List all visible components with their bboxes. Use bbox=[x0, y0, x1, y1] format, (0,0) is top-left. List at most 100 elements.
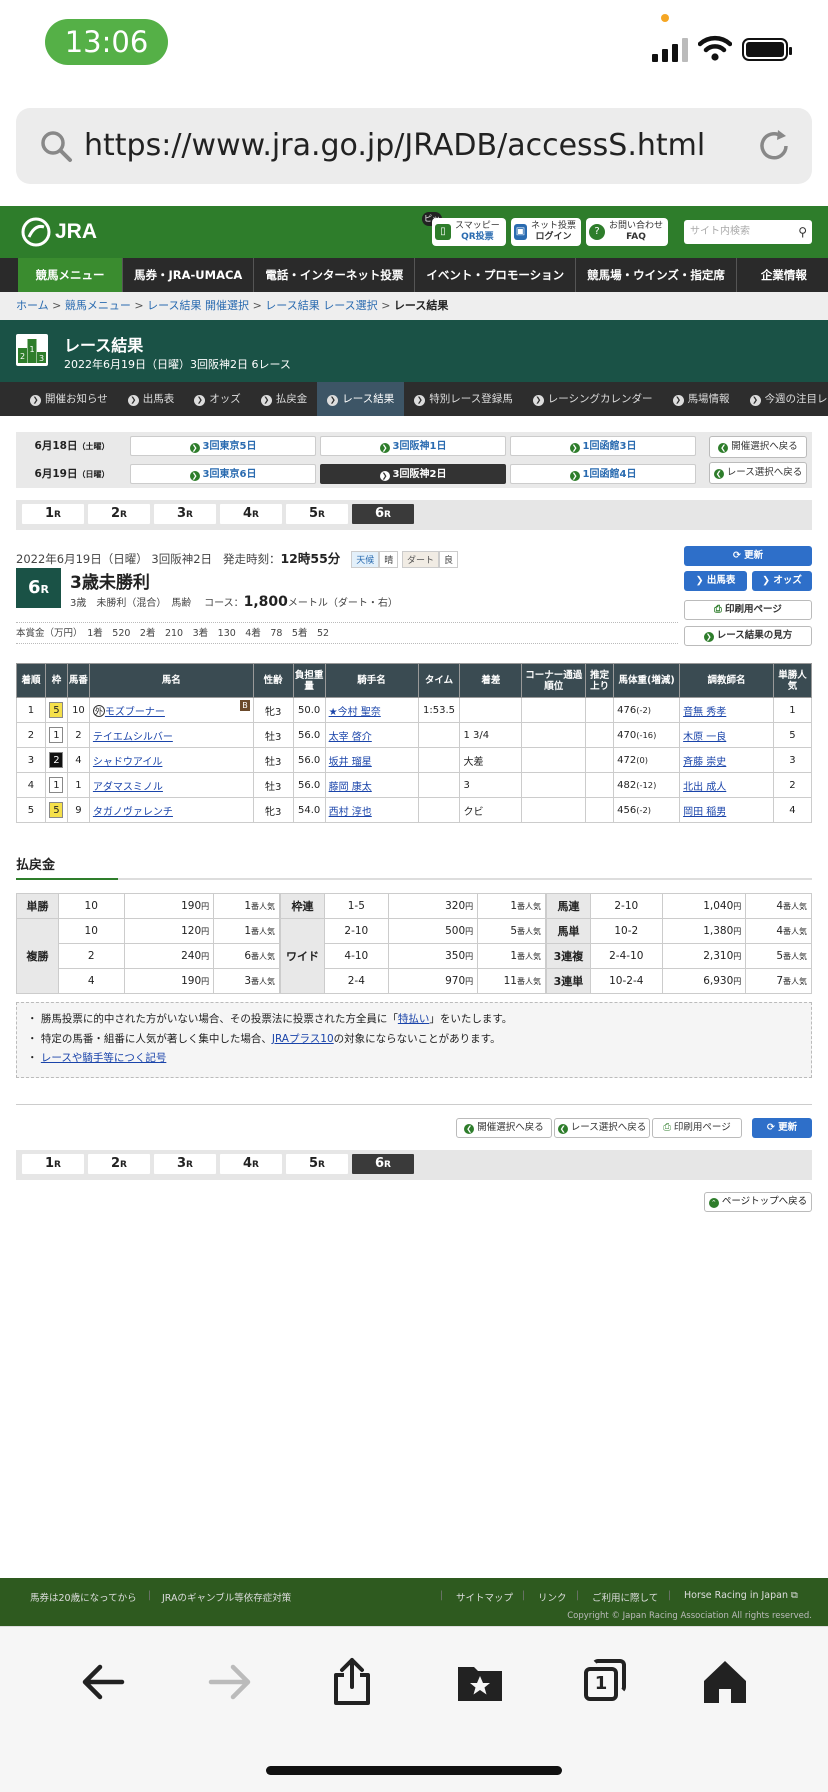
smappy-qr-button[interactable]: ▯ スマッピー QR投票 bbox=[432, 218, 506, 246]
search-icon[interactable]: ⚲ bbox=[798, 220, 807, 244]
race-tab-3[interactable]: 3R bbox=[154, 504, 216, 524]
home-icon[interactable] bbox=[700, 1657, 750, 1707]
nav-baken[interactable]: 馬券・JRA-UMACA bbox=[123, 258, 255, 292]
footer-terms[interactable]: ご利用に際して bbox=[592, 1590, 658, 1604]
odds-button[interactable]: ❯ オッズ bbox=[752, 571, 812, 591]
forward-arrow-icon[interactable] bbox=[205, 1657, 255, 1707]
trainer-link[interactable]: 北出 成人 bbox=[683, 782, 726, 793]
race-tab-3[interactable]: 3R bbox=[154, 1154, 216, 1174]
footer-sitemap[interactable]: サイトマップ bbox=[456, 1590, 513, 1604]
race-tab-1[interactable]: 1R bbox=[22, 504, 84, 524]
meet-tokyo5[interactable]: ❯ 3回東京5日 bbox=[130, 436, 316, 456]
race-name: 3歳未勝利 bbox=[70, 573, 150, 593]
trainer-link[interactable]: 木原 一良 bbox=[683, 732, 726, 743]
race-tab-1[interactable]: 1R bbox=[22, 1154, 84, 1174]
breadcrumb-race-select[interactable]: レース結果 レース選択 bbox=[265, 299, 377, 312]
print-page-button[interactable]: ⎙ 印刷用ページ bbox=[684, 600, 812, 620]
breadcrumb-home[interactable]: ホーム bbox=[16, 299, 49, 312]
race-tab-2[interactable]: 2R bbox=[88, 504, 150, 524]
footer-links[interactable]: リンク bbox=[538, 1590, 567, 1604]
horse-link[interactable]: アダマスミノル bbox=[93, 782, 163, 793]
race-conditions: 3歳 未勝利（混合） 馬齢 コース：1,800メートル（ダート・右） bbox=[70, 594, 398, 610]
address-bar[interactable]: https://www.jra.go.jp/JRADB/accessS.html bbox=[16, 108, 812, 184]
result-header-row: 着順 枠 馬番 馬名 性齢 負担重量 騎手名 タイム 着差 コーナー通過順位 推… bbox=[16, 663, 813, 698]
horse-link[interactable]: モズブーナー bbox=[105, 707, 165, 718]
horse-link[interactable]: タガノヴァレンチ bbox=[93, 807, 173, 818]
jockey-link[interactable]: ★今村 聖奈 bbox=[329, 707, 381, 718]
jockey-link[interactable]: 坂井 瑠星 bbox=[329, 757, 372, 768]
subnav-notice[interactable]: 開催お知らせ bbox=[20, 382, 118, 416]
nav-keiba-menu[interactable]: 競馬メニュー bbox=[18, 258, 123, 292]
faq-button[interactable]: ? お問い合わせ FAQ bbox=[586, 218, 668, 246]
special-payout-link[interactable]: 特払い bbox=[398, 1013, 430, 1025]
race-tab-6[interactable]: 6R bbox=[352, 1154, 414, 1174]
jockey-link[interactable]: 西村 淳也 bbox=[329, 807, 372, 818]
col-corner: コーナー通過順位 bbox=[521, 663, 587, 698]
back-to-meet-button[interactable]: ❮ 開催選択へ戻る bbox=[709, 436, 807, 458]
back-to-race-button[interactable]: ❮ レース選択へ戻る bbox=[709, 462, 807, 484]
subnav-odds[interactable]: オッズ bbox=[184, 382, 251, 416]
entries-button[interactable]: ❯ 出馬表 bbox=[684, 571, 747, 591]
subnav-featured[interactable]: 今週の注目レース bbox=[740, 382, 828, 416]
nav-phone-net[interactable]: 電話・インターネット投票 bbox=[254, 258, 416, 292]
back-to-meet-button-bottom[interactable]: ❮ 開催選択へ戻る bbox=[456, 1118, 552, 1138]
subnav-payout[interactable]: 払戻金 bbox=[251, 382, 318, 416]
race-info-line: 2022年6月19日（日曜） 3回阪神2日 発走時刻：12時55分 天候晴 ダー… bbox=[16, 548, 458, 568]
subnav-track-info[interactable]: 馬場情報 bbox=[663, 382, 740, 416]
footer-gambling-link[interactable]: JRAのギャンブル等依存症対策 bbox=[162, 1590, 291, 1604]
subnav-entries[interactable]: 出馬表 bbox=[118, 382, 185, 416]
breadcrumb: ホーム > 競馬メニュー > レース結果 開催選択 > レース結果 レース選択 … bbox=[0, 292, 828, 320]
back-arrow-icon[interactable] bbox=[78, 1657, 128, 1707]
meet-hanshin2[interactable]: ❯ 3回阪神2日 bbox=[320, 464, 506, 484]
update-button-bottom[interactable]: ⟳ 更新 bbox=[752, 1118, 812, 1138]
meet-hakodate4[interactable]: ❯ 1回函館4日 bbox=[510, 464, 696, 484]
subnav-results[interactable]: レース結果 bbox=[317, 382, 405, 416]
share-icon[interactable] bbox=[327, 1657, 377, 1707]
net-vote-login-button[interactable]: ▣ ネット投票 ログイン bbox=[511, 218, 581, 246]
meet-tokyo6[interactable]: ❯ 3回東京6日 bbox=[130, 464, 316, 484]
site-search-input[interactable]: サイト内検索 ⚲ bbox=[684, 220, 812, 244]
nav-event[interactable]: イベント・プロモーション bbox=[415, 258, 577, 292]
nav-company[interactable]: 企業情報 bbox=[737, 258, 818, 292]
breadcrumb-keiba-menu[interactable]: 競馬メニュー bbox=[65, 299, 131, 312]
race-tab-4[interactable]: 4R bbox=[220, 1154, 282, 1174]
jockey-link[interactable]: 藤岡 康太 bbox=[329, 782, 372, 793]
search-icon bbox=[41, 131, 72, 162]
subnav-calendar[interactable]: レーシングカレンダー bbox=[523, 382, 663, 416]
divider bbox=[16, 1104, 812, 1105]
page-top-button[interactable]: ⌃ ページトップへ戻る bbox=[704, 1192, 812, 1212]
nav-racecourse[interactable]: 競馬場・ウインズ・指定席 bbox=[576, 258, 737, 292]
jockey-link[interactable]: 太宰 啓介 bbox=[329, 732, 372, 743]
footer-age-notice[interactable]: 馬券は20歳になってから bbox=[30, 1590, 137, 1604]
print-icon: ⎙ bbox=[663, 1122, 674, 1133]
race-tab-4[interactable]: 4R bbox=[220, 504, 282, 524]
race-tab-2[interactable]: 2R bbox=[88, 1154, 150, 1174]
horse-link[interactable]: シャドウアイル bbox=[93, 757, 163, 768]
update-button[interactable]: ⟳ 更新 bbox=[684, 546, 812, 566]
jra-plus10-link[interactable]: JRAプラス10 bbox=[272, 1033, 334, 1045]
url-text[interactable]: https://www.jra.go.jp/JRADB/accessS.html bbox=[84, 122, 705, 170]
race-tab-6[interactable]: 6R bbox=[352, 504, 414, 524]
back-to-race-button-bottom[interactable]: ❮ レース選択へ戻る bbox=[554, 1118, 650, 1138]
note-item: ・ 特定の馬番・組番に人気が著しく集中した場合、JRAプラス10の対象にならない… bbox=[27, 1032, 501, 1045]
symbols-link[interactable]: レースや騎手等につく記号 bbox=[41, 1052, 166, 1064]
home-indicator bbox=[266, 1766, 562, 1775]
trainer-link[interactable]: 斉藤 崇史 bbox=[683, 757, 726, 768]
print-page-button-bottom[interactable]: ⎙ 印刷用ページ bbox=[652, 1118, 742, 1138]
reload-icon[interactable] bbox=[754, 126, 794, 166]
horse-link[interactable]: テイエムシルバー bbox=[93, 732, 173, 743]
breadcrumb-meet-select[interactable]: レース結果 開催選択 bbox=[147, 299, 249, 312]
meet-hanshin1[interactable]: ❯ 3回阪神1日 bbox=[320, 436, 506, 456]
jra-logo[interactable]: JRA bbox=[20, 216, 106, 248]
race-tab-5[interactable]: 5R bbox=[286, 504, 348, 524]
meet-hakodate3[interactable]: ❯ 1回函館3日 bbox=[510, 436, 696, 456]
subnav-special-entries[interactable]: 特別レース登録馬 bbox=[404, 382, 522, 416]
footer-english[interactable]: Horse Racing in Japan ⧉ bbox=[684, 1590, 798, 1601]
trainer-link[interactable]: 岡田 稲男 bbox=[683, 807, 726, 818]
track-condition: 良 bbox=[438, 551, 458, 568]
trainer-link[interactable]: 音無 秀孝 bbox=[683, 707, 726, 718]
race-tab-5[interactable]: 5R bbox=[286, 1154, 348, 1174]
howto-results-button[interactable]: ❯ レース結果の見方 bbox=[684, 626, 812, 646]
bookmarks-icon[interactable] bbox=[455, 1657, 505, 1707]
tabs-icon[interactable]: 1 bbox=[580, 1657, 630, 1707]
